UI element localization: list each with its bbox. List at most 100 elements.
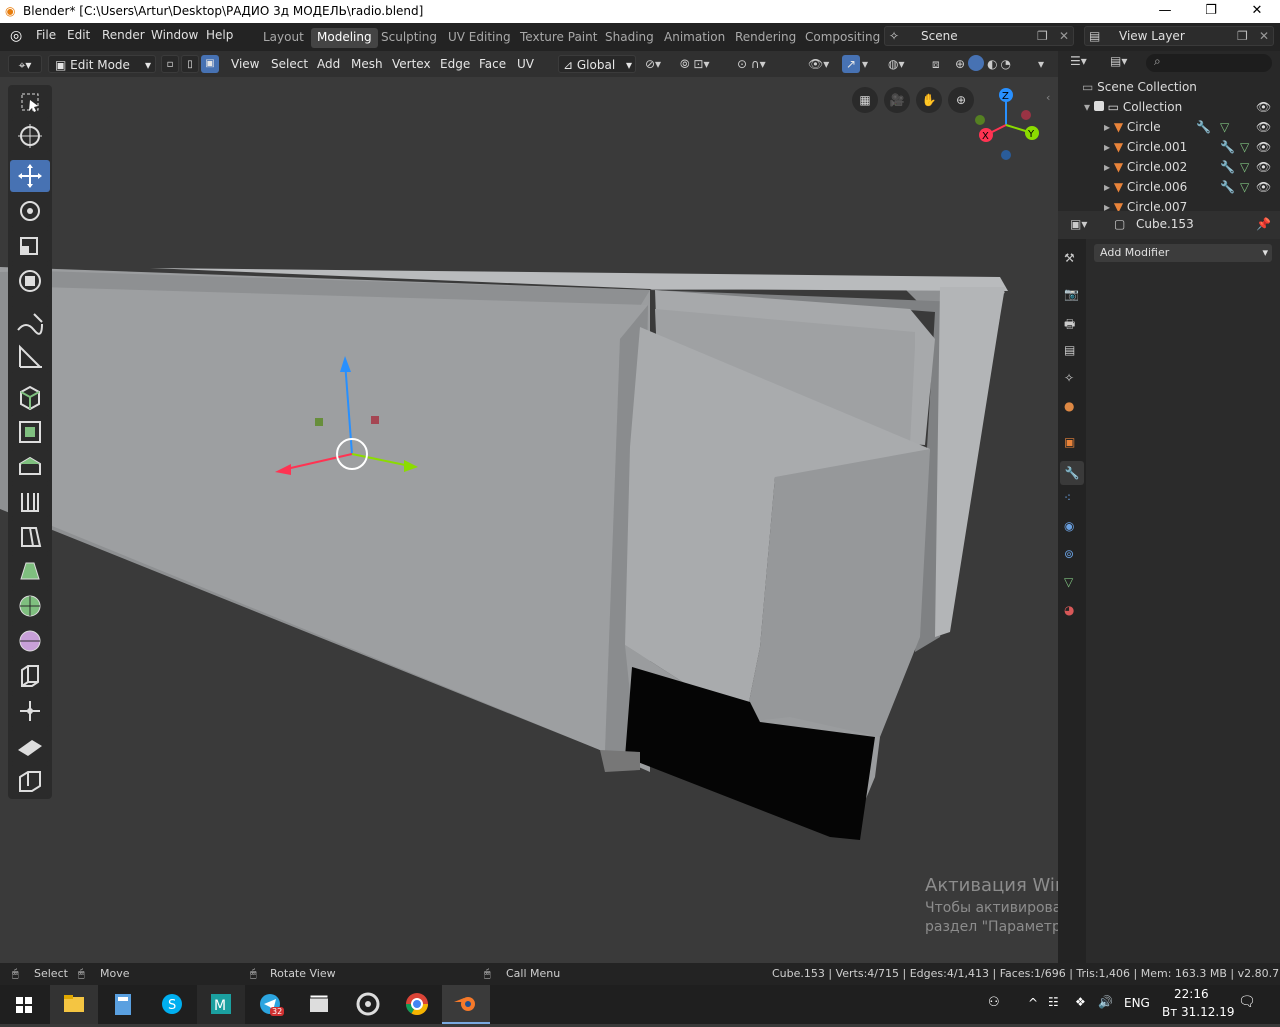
tab-modeling[interactable]: Modeling — [311, 28, 378, 48]
rendered-shading-icon[interactable]: ◔ — [1001, 55, 1011, 73]
show-hidden-icons[interactable]: ^ — [1028, 996, 1038, 1010]
eye-icon[interactable]: 👁 — [1256, 137, 1271, 157]
tool-settings-tab-icon[interactable]: ⚒ — [1064, 251, 1075, 265]
tab-sculpting[interactable]: Sculpting — [375, 28, 443, 48]
header-menu-select[interactable]: Select — [271, 55, 308, 73]
tab-compositing[interactable]: Compositing — [799, 28, 886, 48]
move-tool[interactable] — [10, 160, 50, 192]
shading-options-icon[interactable]: ▾ — [1038, 55, 1044, 73]
view-layer-selector[interactable]: ▤ View Layer ❐ ✕ — [1084, 26, 1274, 46]
clock-time[interactable]: 22:16 — [1174, 987, 1209, 1001]
maya-icon[interactable]: M — [197, 985, 245, 1024]
physics-tab-icon[interactable]: ◉ — [1064, 519, 1074, 533]
outliner-editor-icon[interactable]: ☰▾ — [1070, 54, 1087, 68]
media-player-icon[interactable] — [344, 985, 392, 1024]
outliner-row-circle-007[interactable]: ▸ ▼ Circle.007 — [1104, 197, 1274, 211]
wireframe-shading-icon[interactable]: ⊕ — [955, 55, 965, 73]
face-select-icon[interactable]: ▣ — [201, 55, 219, 73]
inset-tool[interactable] — [10, 450, 50, 482]
modifier-tab-icon[interactable]: 🔧 — [1060, 461, 1084, 485]
expand-icon[interactable]: ▾ — [1084, 100, 1094, 114]
gizmo-toggle-icon[interactable]: ↗ — [842, 55, 860, 73]
blender-menu-icon[interactable]: ◎ — [10, 28, 22, 44]
modifier-wrench-icon[interactable]: 🔧 — [1220, 137, 1235, 157]
mesh-data-icon[interactable]: ▽ — [1240, 137, 1249, 157]
mesh-data-icon[interactable]: ▽ — [1240, 177, 1249, 197]
scale-tool[interactable] — [10, 230, 50, 262]
edge-slide-tool[interactable] — [10, 695, 50, 727]
tab-texture-paint[interactable]: Texture Paint — [514, 28, 603, 48]
transform-orientation-dropdown[interactable]: ⊿ Global ▾ — [558, 55, 636, 73]
smooth-tool[interactable] — [10, 660, 50, 692]
menu-window[interactable]: Window — [151, 28, 198, 42]
header-menu-mesh[interactable]: Mesh — [351, 55, 383, 73]
loop-cut-tool[interactable] — [10, 520, 50, 552]
select-box-tool[interactable] — [10, 86, 50, 118]
object-tab-icon[interactable]: ▣ — [1064, 435, 1075, 449]
edge-select-icon[interactable]: ▯ — [181, 55, 199, 73]
output-tab-icon[interactable]: 🖶 — [1064, 315, 1075, 336]
notifications-icon[interactable]: 🗨 — [1238, 994, 1256, 1010]
language-indicator[interactable]: ENG — [1124, 996, 1150, 1010]
header-menu-face[interactable]: Face — [479, 55, 506, 73]
material-shading-icon[interactable]: ◐ — [987, 55, 997, 73]
xray-icon[interactable]: ⧈ — [932, 55, 940, 73]
eye-icon[interactable]: 👁 — [1256, 117, 1271, 137]
material-tab-icon[interactable]: ◕ — [1064, 603, 1074, 617]
modifier-wrench-icon[interactable]: 🔧 — [1196, 117, 1211, 137]
menu-edit[interactable]: Edit — [67, 28, 90, 42]
vertex-select-icon[interactable]: ▫ — [161, 55, 179, 73]
transform-tool[interactable] — [10, 265, 50, 297]
spin-tool[interactable] — [10, 625, 50, 657]
view-layer-tab-icon[interactable]: ▤ — [1064, 343, 1075, 357]
transform-gizmo[interactable] — [265, 352, 465, 492]
clock-date[interactable]: Вт 31.12.19 — [1162, 1005, 1234, 1019]
add-modifier-dropdown[interactable]: Add Modifier ▾ — [1094, 244, 1272, 262]
collection-item[interactable]: ▾ ▭ Collection 👁 — [1084, 97, 1274, 117]
header-menu-edge[interactable]: Edge — [440, 55, 470, 73]
minimize-button[interactable]: — — [1142, 0, 1188, 23]
world-tab-icon[interactable]: ● — [1064, 399, 1074, 413]
file-explorer-icon[interactable] — [50, 985, 98, 1024]
new-scene-icon[interactable]: ❐ — [1037, 27, 1048, 45]
collection-checkbox[interactable] — [1093, 101, 1104, 111]
extrude-tool[interactable] — [10, 415, 50, 447]
header-menu-view[interactable]: View — [231, 55, 259, 73]
header-menu-vertex[interactable]: Vertex — [392, 55, 431, 73]
cursor-tool[interactable] — [10, 120, 50, 152]
mesh-data-tab-icon[interactable]: ▽ — [1064, 575, 1073, 589]
eye-icon[interactable]: 👁 — [1256, 157, 1271, 177]
tab-animation[interactable]: Animation — [658, 28, 731, 48]
constraints-tab-icon[interactable]: ⊚ — [1064, 547, 1074, 561]
overlay-icon[interactable]: ◍▾ — [888, 55, 905, 73]
chrome-icon[interactable] — [393, 985, 441, 1024]
rotate-tool[interactable] — [10, 195, 50, 227]
maximize-button[interactable]: ❐ — [1188, 0, 1234, 23]
3d-viewport[interactable]: ▦ 🎥 ✋ ⊕ Z X Y ‹ Активация Windows Чтобы … — [0, 77, 1058, 963]
shear-tool[interactable] — [10, 765, 50, 797]
close-button[interactable]: ✕ — [1234, 0, 1280, 23]
telegram-icon[interactable]: 32 — [246, 985, 294, 1024]
poly-build-tool[interactable] — [10, 590, 50, 622]
new-view-layer-icon[interactable]: ❐ — [1237, 27, 1248, 45]
modifier-wrench-icon[interactable]: 🔧 — [1220, 177, 1235, 197]
network-icon[interactable]: ☷ — [1048, 995, 1059, 1009]
tab-rendering[interactable]: Rendering — [729, 28, 802, 48]
particles-tab-icon[interactable]: ⁖ — [1064, 491, 1071, 505]
video-editor-icon[interactable] — [295, 985, 343, 1024]
dropbox-icon[interactable]: ❖ — [1075, 995, 1086, 1009]
scene-tab-icon[interactable]: ✧ — [1064, 371, 1074, 385]
eye-icon[interactable]: 👁 — [1256, 177, 1271, 197]
camera-view-icon[interactable]: 🎥 — [884, 87, 910, 113]
measure-tool[interactable] — [10, 341, 50, 373]
knife-tool[interactable] — [10, 555, 50, 587]
shrink-fatten-tool[interactable] — [10, 730, 50, 762]
blender-taskbar-icon[interactable] — [442, 985, 490, 1024]
tab-uv-editing[interactable]: UV Editing — [442, 28, 517, 48]
header-menu-uv[interactable]: UV — [517, 55, 534, 73]
proportional-edit-icon[interactable]: ⊙ ∩▾ — [737, 55, 766, 73]
perspective-toggle-icon[interactable]: ▦ — [852, 87, 878, 113]
scene-collection-item[interactable]: ▭ Scene Collection — [1082, 77, 1197, 97]
menu-help[interactable]: Help — [206, 28, 233, 42]
gizmo-dropdown-icon[interactable]: ▾ — [862, 55, 868, 73]
